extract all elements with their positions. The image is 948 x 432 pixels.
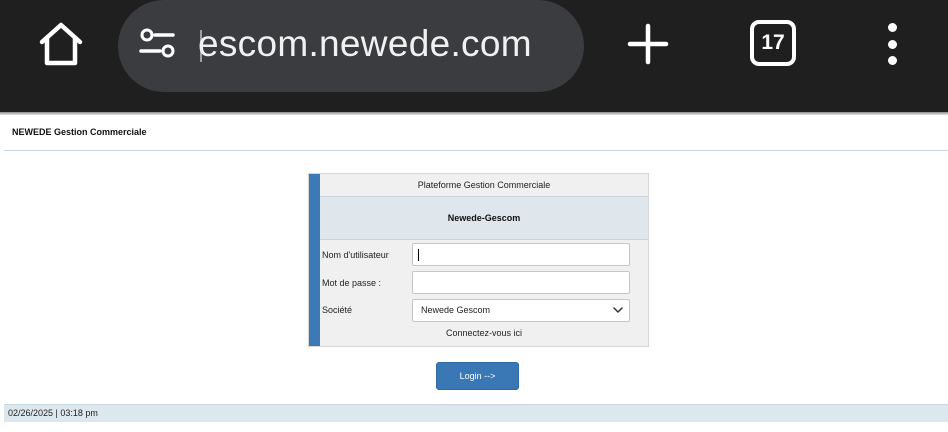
username-label: Nom d'utilisateur xyxy=(322,250,389,260)
chevron-down-icon xyxy=(613,307,623,313)
text-cursor xyxy=(418,249,419,261)
company-select-value: Newede Gescom xyxy=(421,305,491,315)
tune-icon[interactable] xyxy=(138,27,178,61)
password-input[interactable] xyxy=(412,271,630,294)
tab-switcher-icon[interactable]: 17 xyxy=(750,20,796,66)
browser-toolbar: escom.newede.com 17 xyxy=(0,0,948,112)
company-select[interactable]: Newede Gescom xyxy=(412,299,630,322)
more-vert-icon[interactable] xyxy=(880,20,904,68)
footer-bar: 02/26/2025 | 03:18 pm xyxy=(4,404,948,422)
footer-datetime: 02/26/2025 | 03:18 pm xyxy=(8,408,98,418)
platform-label: Plateforme Gestion Commerciale xyxy=(417,180,551,190)
login-accent-bar xyxy=(309,174,320,346)
plus-icon[interactable] xyxy=(624,20,672,68)
toolbar-divider xyxy=(0,112,948,115)
username-input[interactable] xyxy=(412,243,630,266)
header-divider xyxy=(4,150,948,151)
password-label: Mot de passe : xyxy=(322,278,382,288)
page-title: NEWEDE Gestion Commerciale xyxy=(12,127,147,137)
brand-label: Newede-Gescom xyxy=(320,196,648,240)
login-button[interactable]: Login --> xyxy=(436,362,519,390)
url-text[interactable]: escom.newede.com xyxy=(198,20,532,68)
login-panel: Plateforme Gestion Commerciale Newede-Ge… xyxy=(308,173,649,347)
connect-text: Connectez-vous ici xyxy=(445,328,523,338)
home-icon[interactable] xyxy=(36,20,86,68)
company-label: Société xyxy=(322,305,353,315)
